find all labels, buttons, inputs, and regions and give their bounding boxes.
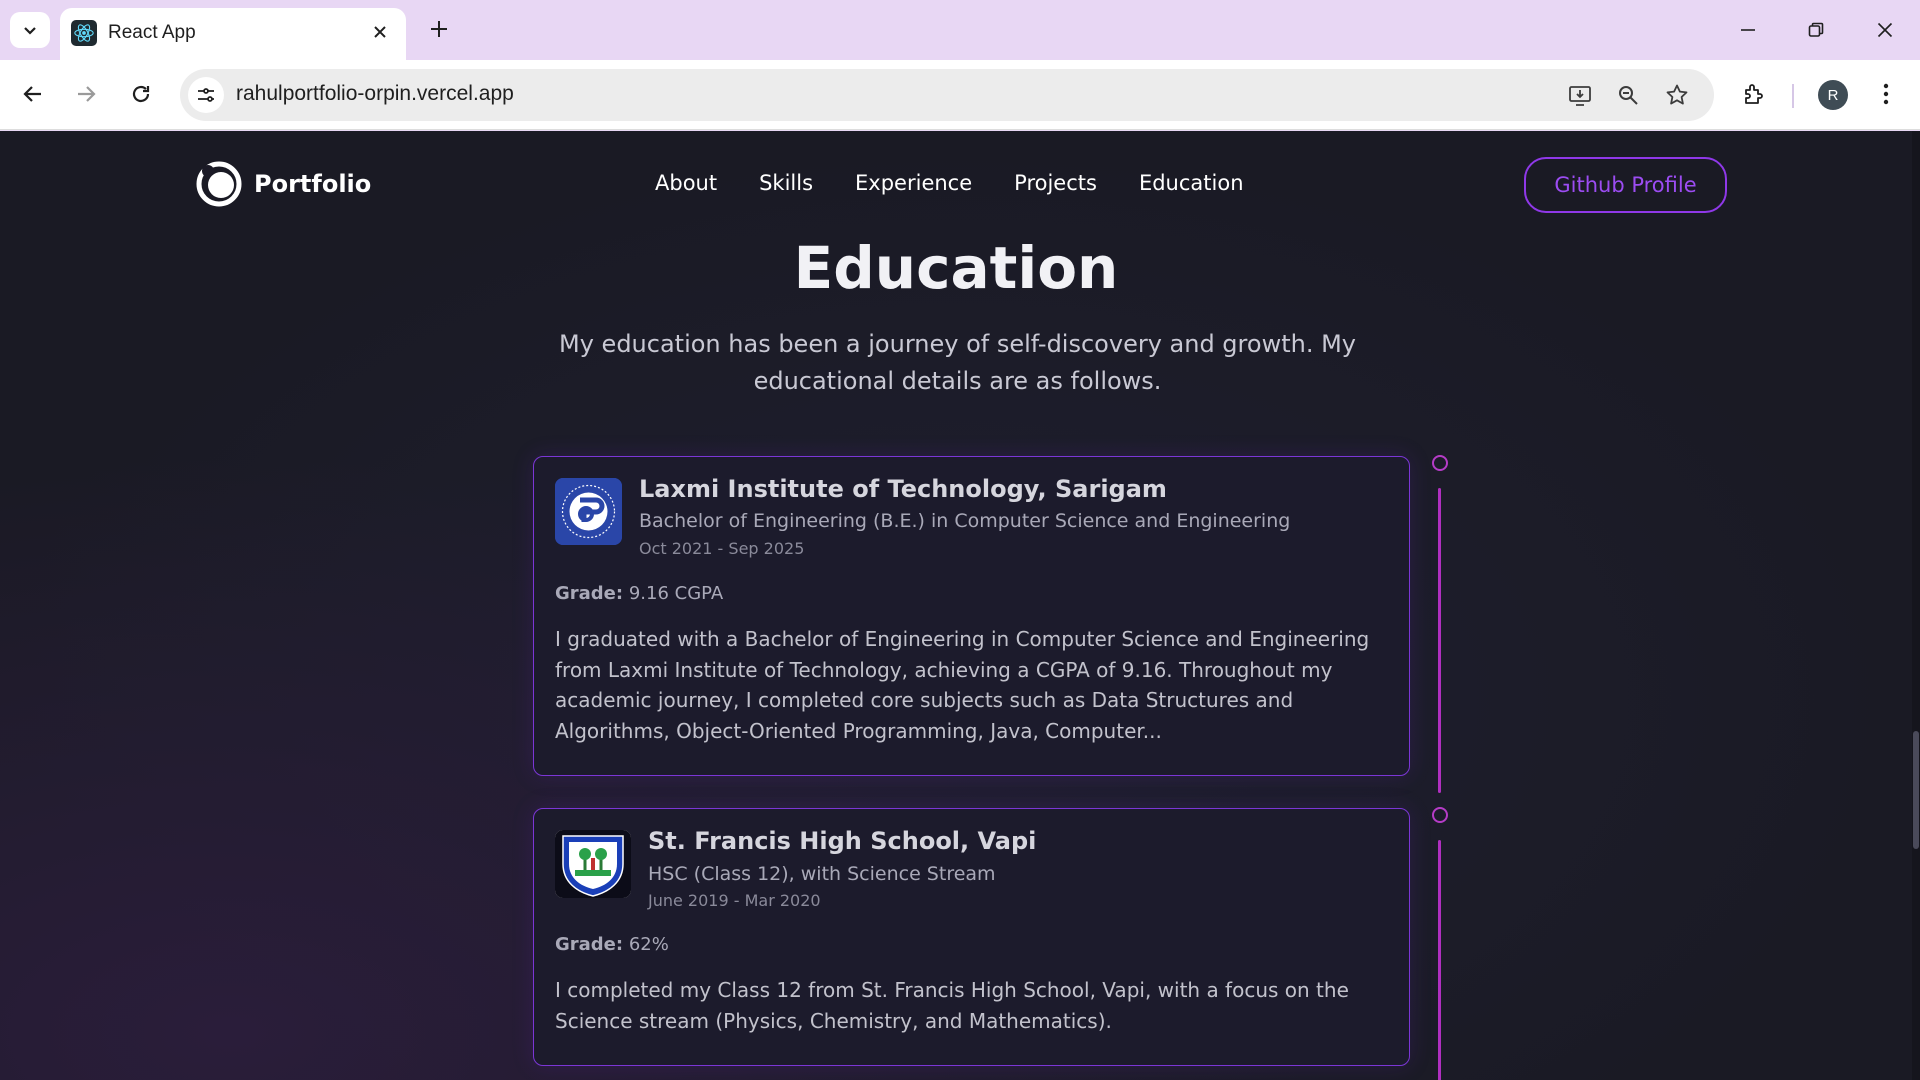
education-description: I completed my Class 12 from St. Francis… — [555, 978, 1349, 1033]
bookmark-star-icon[interactable] — [1659, 77, 1695, 113]
section-description: My education has been a journey of self-… — [559, 330, 1356, 395]
forward-icon[interactable] — [65, 73, 107, 115]
timeline-line — [1438, 840, 1441, 1080]
menu-kebab-icon[interactable] — [1866, 74, 1906, 114]
extensions-icon[interactable] — [1734, 74, 1774, 114]
nav-links: About Skills Experience Projects Educati… — [655, 171, 1286, 195]
education-description: I graduated with a Bachelor of Engineeri… — [555, 627, 1370, 743]
date-range: June 2019 - Mar 2020 — [648, 891, 821, 910]
nav-experience[interactable]: Experience — [855, 171, 972, 195]
portfolio-logo-icon — [196, 161, 242, 207]
close-tab-icon[interactable] — [366, 18, 394, 46]
react-icon — [71, 20, 97, 46]
degree: Bachelor of Engineering (B.E.) in Comput… — [639, 510, 1291, 532]
date-range: Oct 2021 - Sep 2025 — [639, 539, 805, 558]
nav-projects[interactable]: Projects — [1014, 171, 1097, 195]
url-text[interactable]: rahulportfolio-orpin.vercel.app — [236, 82, 514, 106]
school-logo — [555, 830, 631, 898]
nav-skills[interactable]: Skills — [759, 171, 813, 195]
school-name: Laxmi Institute of Technology, Sarigam — [639, 475, 1167, 503]
timeline-dot — [1432, 455, 1448, 471]
nav-about[interactable]: About — [655, 171, 717, 195]
zoom-icon[interactable] — [1610, 77, 1646, 113]
address-bar[interactable]: rahulportfolio-orpin.vercel.app — [180, 69, 1714, 121]
logo-text: Portfolio — [254, 170, 372, 198]
github-profile-button[interactable]: Github Profile — [1524, 157, 1727, 213]
site-logo[interactable]: Portfolio — [196, 161, 371, 207]
grade-label: Grade: — [555, 583, 624, 604]
education-card: St. Francis High School, Vapi HSC (Class… — [533, 808, 1410, 1066]
college-logo — [555, 478, 622, 545]
grade-label: Grade: — [555, 934, 624, 955]
school-name: St. Francis High School, Vapi — [648, 827, 1037, 855]
tab-title: React App — [108, 22, 196, 43]
degree: HSC (Class 12), with Science Stream — [648, 863, 996, 885]
reload-icon[interactable] — [120, 73, 162, 115]
site-navbar: Portfolio About Skills Experience Projec… — [0, 131, 1912, 231]
grade-line: Grade: 9.16 CGPA — [555, 583, 723, 604]
restore-icon[interactable] — [1794, 10, 1838, 50]
page-scrollbar[interactable] — [1912, 131, 1920, 1080]
browser-toolbar: rahulportfolio-orpin.vercel.app — [0, 60, 1920, 130]
education-card: Laxmi Institute of Technology, Sarigam B… — [533, 456, 1410, 776]
new-tab-icon[interactable] — [424, 14, 454, 44]
install-app-icon[interactable] — [1562, 77, 1598, 113]
minimize-icon[interactable] — [1726, 10, 1770, 50]
browser-tab[interactable]: React App — [60, 8, 406, 60]
grade-value: 62% — [628, 934, 669, 955]
profile-avatar[interactable]: R — [1818, 80, 1848, 110]
section-title: Education — [793, 234, 1119, 302]
back-icon[interactable] — [12, 73, 54, 115]
close-window-icon[interactable] — [1863, 10, 1907, 50]
tab-search-button[interactable] — [10, 12, 50, 48]
timeline-dot — [1432, 807, 1448, 823]
page-content: Portfolio About Skills Experience Projec… — [0, 131, 1920, 1080]
site-settings-icon[interactable] — [188, 77, 224, 113]
toolbar-divider — [1792, 84, 1794, 108]
scrollbar-thumb[interactable] — [1913, 731, 1919, 849]
nav-education[interactable]: Education — [1139, 171, 1244, 195]
grade-line: Grade: 62% — [555, 934, 669, 955]
timeline-line — [1438, 488, 1441, 793]
chevron-down-icon — [24, 27, 36, 35]
grade-value: 9.16 CGPA — [628, 583, 724, 604]
tab-strip: React App — [0, 0, 1920, 60]
